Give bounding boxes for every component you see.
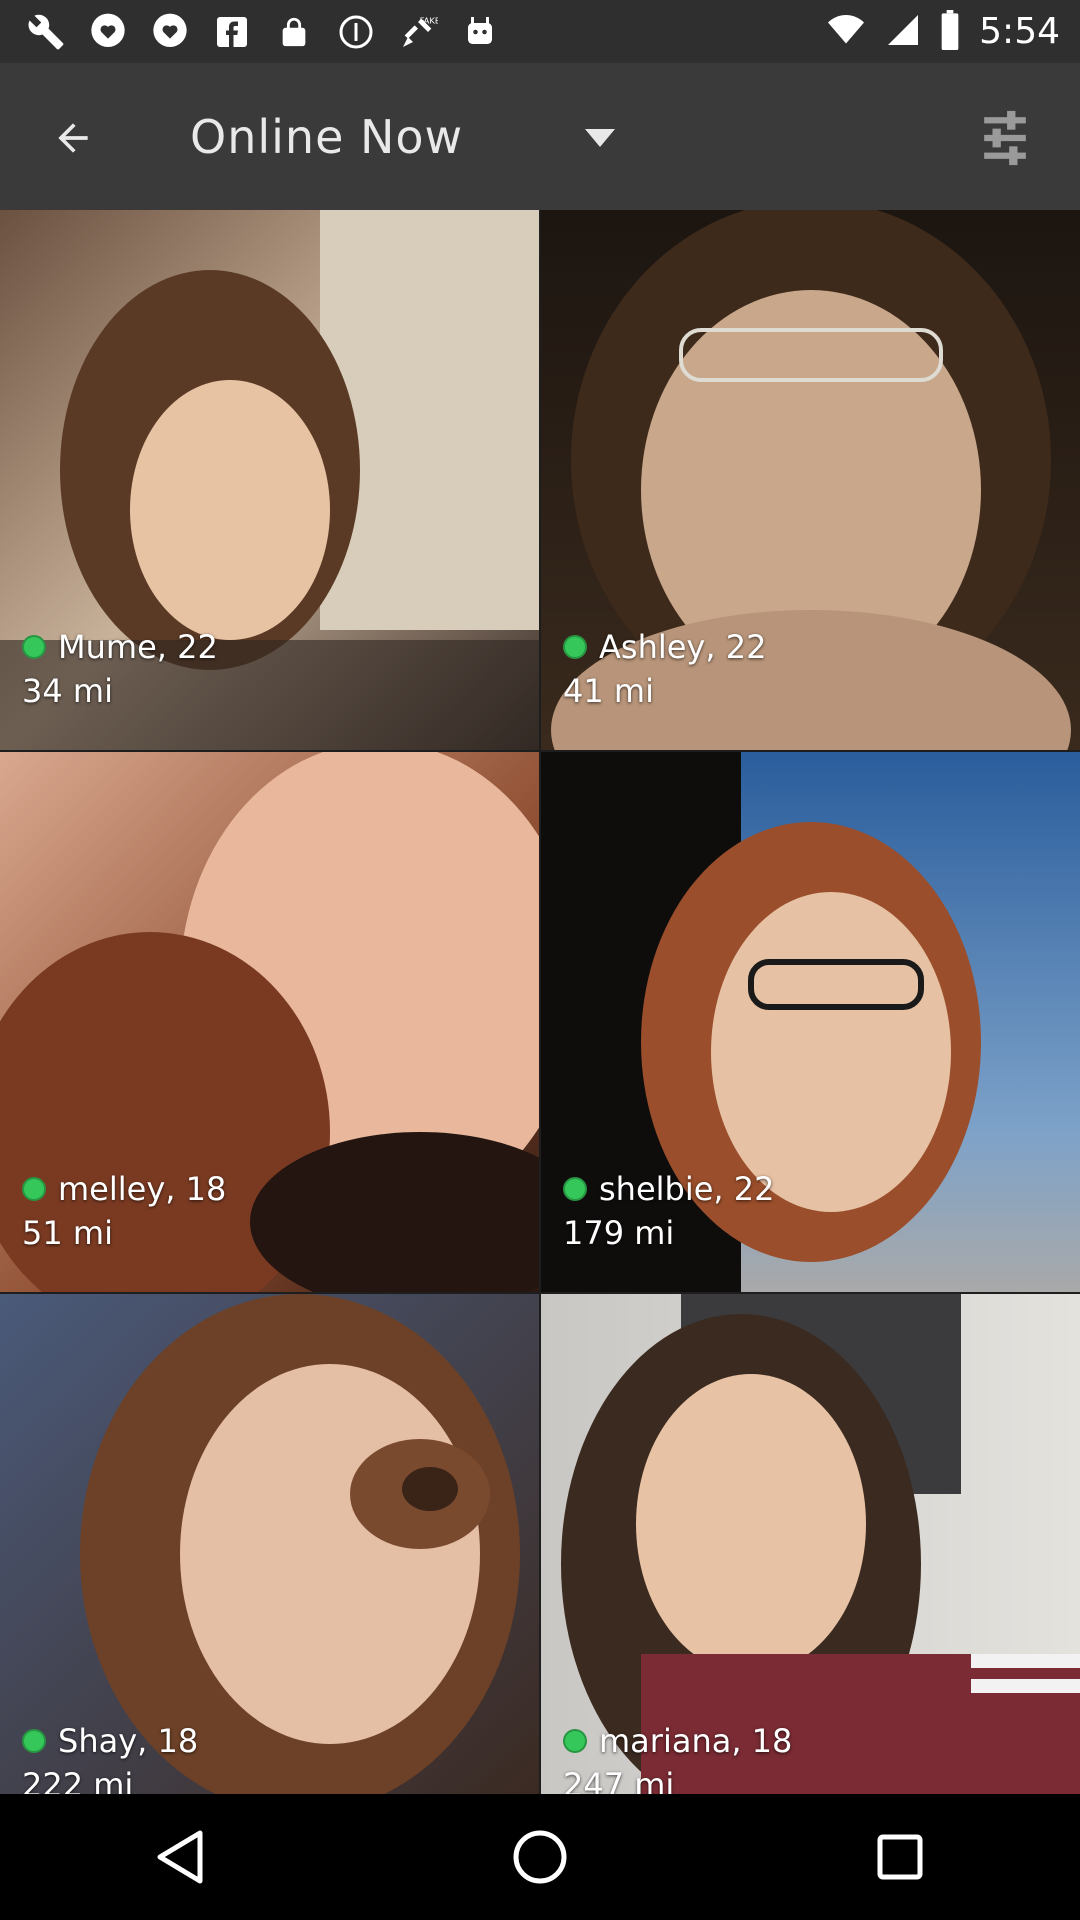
profile-info: mariana, 18 247 mi: [563, 1722, 792, 1794]
profile-distance: 247 mi: [563, 1766, 675, 1794]
profile-photo: [541, 1294, 1080, 1794]
profile-name: melley, 18: [58, 1170, 227, 1208]
dropdown-button[interactable]: [580, 118, 620, 158]
profile-card[interactable]: Shay, 18 222 mi: [0, 1294, 539, 1794]
navigation-bar: [0, 1794, 1080, 1920]
profile-info: Shay, 18 222 mi: [22, 1722, 198, 1794]
triangle-back-icon: [157, 1830, 203, 1884]
app-bar: Online Now: [0, 63, 1080, 210]
battery-icon: [939, 9, 961, 54]
profile-card[interactable]: Mume, 22 34 mi: [0, 210, 539, 750]
android-icon: [458, 10, 502, 54]
profile-card[interactable]: Ashley, 22 41 mi: [541, 210, 1080, 750]
profile-info: Mume, 22 34 mi: [22, 628, 218, 710]
square-recents-icon: [877, 1834, 923, 1880]
nav-home-button[interactable]: [485, 1802, 595, 1912]
profile-distance: 222 mi: [22, 1766, 134, 1794]
filter-button[interactable]: [970, 103, 1040, 173]
svg-text:FAKE: FAKE: [420, 16, 438, 26]
page-title: Online Now: [190, 110, 464, 164]
online-indicator: [563, 1729, 587, 1753]
profile-distance: 34 mi: [22, 672, 113, 710]
profile-distance: 51 mi: [22, 1214, 113, 1252]
back-button[interactable]: [38, 103, 108, 173]
title-selector[interactable]: Online Now: [190, 101, 463, 173]
profile-card[interactable]: shelbie, 22 179 mi: [541, 752, 1080, 1292]
online-indicator: [22, 635, 46, 659]
profile-card[interactable]: mariana, 18 247 mi: [541, 1294, 1080, 1794]
heart-bubble-icon: [86, 10, 130, 54]
profile-name: Ashley, 22: [599, 628, 767, 666]
lock-icon: [272, 10, 316, 54]
heart-bubble-icon: [148, 10, 192, 54]
online-indicator: [563, 635, 587, 659]
nav-recents-button[interactable]: [845, 1802, 955, 1912]
fake-gps-icon: FAKE: [396, 10, 440, 54]
profile-distance: 179 mi: [563, 1214, 675, 1252]
info-icon: [334, 10, 378, 54]
profile-card[interactable]: melley, 18 51 mi: [0, 752, 539, 1292]
sliders-icon: [984, 110, 1026, 166]
profile-name: shelbie, 22: [599, 1170, 775, 1208]
caret-down-icon: [585, 129, 615, 147]
profile-grid: Mume, 22 34 mi Ashley, 22 41 mi melley, …: [0, 210, 1080, 1794]
profile-name: mariana, 18: [599, 1722, 793, 1760]
profile-name: Shay, 18: [58, 1722, 199, 1760]
profile-distance: 41 mi: [563, 672, 654, 710]
online-indicator: [22, 1729, 46, 1753]
status-right: 5:54: [825, 0, 1060, 63]
profile-photo: [0, 1294, 539, 1794]
arrow-back-icon: [58, 123, 88, 153]
profile-name: Mume, 22: [58, 628, 218, 666]
profile-info: Ashley, 22 41 mi: [563, 628, 766, 710]
status-time: 5:54: [979, 11, 1060, 52]
wrench-icon: [24, 10, 68, 54]
online-indicator: [22, 1177, 46, 1201]
nav-back-button[interactable]: [125, 1802, 235, 1912]
online-indicator: [563, 1177, 587, 1201]
profile-info: shelbie, 22 179 mi: [563, 1170, 774, 1252]
circle-home-icon: [513, 1830, 567, 1884]
wifi-icon: [825, 12, 867, 52]
facebook-icon: [210, 10, 254, 54]
notification-icons: FAKE: [24, 8, 502, 56]
profile-info: melley, 18 51 mi: [22, 1170, 226, 1252]
signal-icon: [885, 12, 921, 52]
status-bar: FAKE 5:54: [0, 0, 1080, 63]
